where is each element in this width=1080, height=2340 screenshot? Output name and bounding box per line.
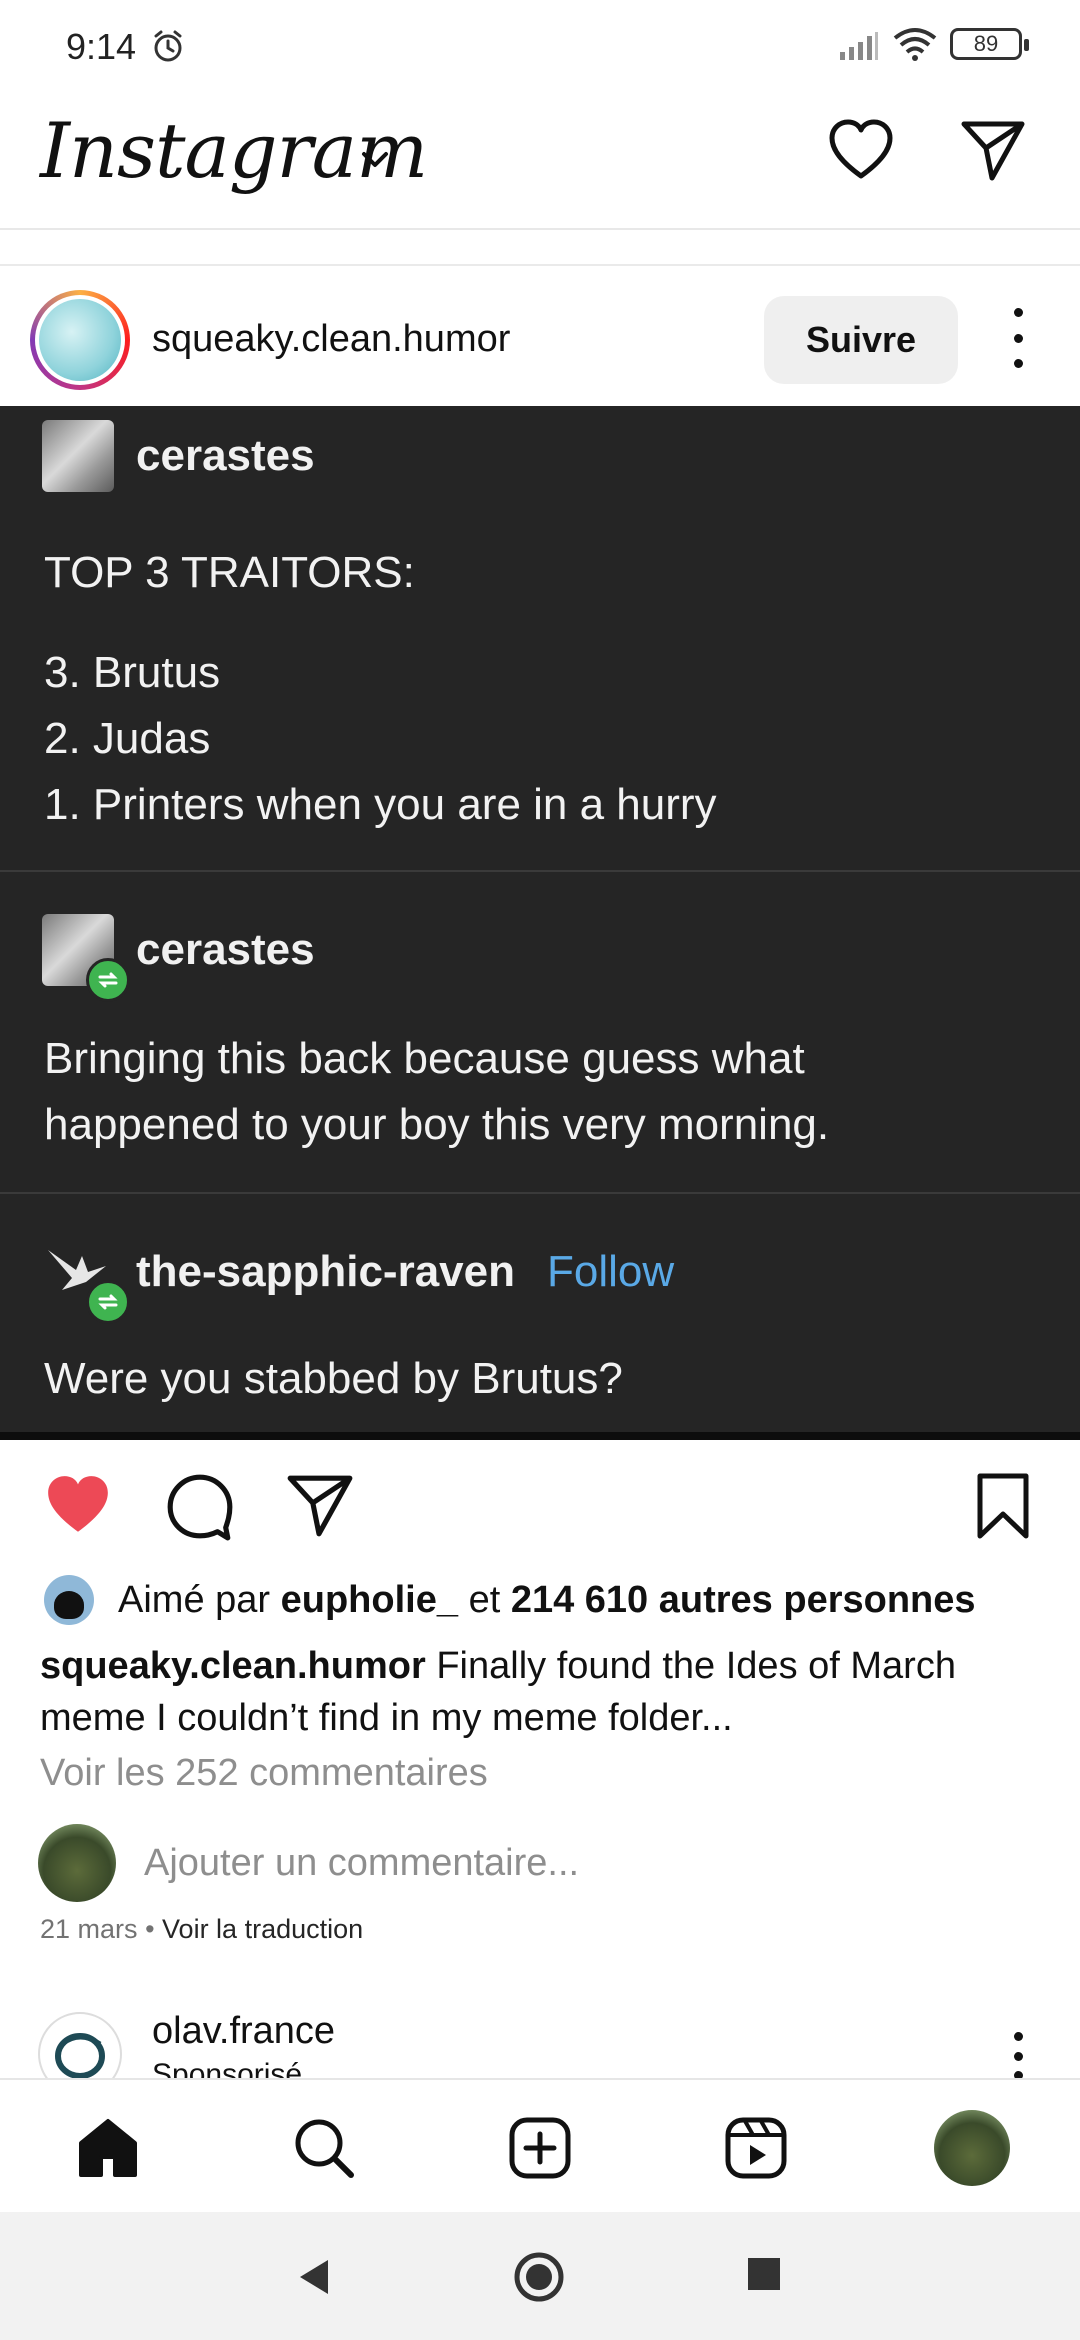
- divider: [0, 1192, 1080, 1194]
- system-nav-bar: [0, 2212, 1080, 2340]
- tumblr-text: happened to your boy this very morning.: [44, 1100, 830, 1149]
- post-username[interactable]: squeaky.clean.humor: [152, 318, 510, 361]
- tumblr-avatar: [42, 420, 114, 492]
- back-icon[interactable]: [294, 2256, 334, 2298]
- post-header: squeaky.clean.humor Suivre: [0, 264, 1080, 406]
- liked-heart-icon[interactable]: [42, 1470, 114, 1542]
- create-icon: [509, 2117, 571, 2179]
- home-tab[interactable]: [70, 2110, 146, 2186]
- meta-separator: •: [145, 1914, 155, 1944]
- tumblr-text: Bringing this back because guess what: [44, 1034, 805, 1083]
- tumblr-username: the-sapphic-raven: [136, 1247, 515, 1296]
- follow-button[interactable]: Suivre: [764, 296, 958, 384]
- avatar-image: [39, 299, 121, 381]
- send-icon[interactable]: [958, 116, 1028, 186]
- reblog-icon: [86, 1280, 130, 1324]
- alarm-icon: [154, 30, 182, 62]
- recents-icon[interactable]: [746, 2256, 782, 2292]
- add-comment-input[interactable]: Ajouter un commentaire...: [144, 1842, 579, 1885]
- reels-icon: [725, 2117, 787, 2179]
- tumblr-text: TOP 3 TRAITORS:: [44, 548, 415, 597]
- create-tab[interactable]: [502, 2110, 578, 2186]
- post-meta: 21 mars • Voir la traduction: [40, 1914, 363, 1945]
- liker-avatar: [44, 1575, 94, 1625]
- next-post-header: olav.france Sponsorisé: [0, 1990, 1080, 2080]
- signal-icon: [840, 32, 878, 60]
- tumblr-avatar: [42, 914, 130, 1002]
- reblog-icon: [86, 958, 130, 1002]
- search-icon: [295, 2119, 354, 2178]
- liked-by[interactable]: Aimé par eupholie_ et 214 610 autres per…: [44, 1572, 976, 1628]
- status-time: 9:14: [66, 26, 137, 67]
- liked-by-prefix: Aimé par: [118, 1578, 271, 1621]
- comment-icon[interactable]: [164, 1470, 236, 1542]
- tumblr-follow-link: Follow: [546, 1247, 675, 1296]
- current-user-avatar: [38, 1824, 116, 1902]
- battery-icon: 89: [950, 28, 1029, 60]
- more-options-icon[interactable]: [1006, 308, 1030, 368]
- bookmark-icon[interactable]: [968, 1470, 1038, 1542]
- battery-level: 89: [973, 31, 999, 56]
- status-bar: 9:14 89: [0, 0, 1080, 90]
- liked-by-connector: et: [468, 1578, 501, 1621]
- app-header: Instagram: [0, 90, 1080, 230]
- tumblr-username: cerastes: [136, 431, 315, 480]
- tumblr-text: 3. Brutus: [44, 648, 221, 697]
- tumblr-avatar: [42, 1236, 130, 1324]
- home-icon: [79, 2119, 137, 2177]
- profile-tab[interactable]: [934, 2110, 1010, 2186]
- tumblr-text: 1. Printers when you are in a hurry: [44, 780, 717, 829]
- tumblr-post-user: cerastes: [42, 420, 315, 492]
- share-icon[interactable]: [284, 1470, 356, 1542]
- home-circle-icon[interactable]: [512, 2250, 566, 2304]
- post-avatar[interactable]: [30, 290, 130, 390]
- post-actions: [0, 1440, 1080, 1570]
- caption-username[interactable]: squeaky.clean.humor: [40, 1645, 426, 1687]
- next-post-username[interactable]: olav.france: [152, 2010, 335, 2053]
- more-options-icon[interactable]: [1006, 2032, 1030, 2080]
- tumblr-text: Were you stabbed by Brutus?: [44, 1354, 623, 1403]
- next-post-avatar[interactable]: [38, 2012, 122, 2080]
- olav-logo-icon: [55, 2033, 105, 2079]
- tumblr-post-user: cerastes: [42, 914, 315, 1002]
- chevron-down-icon[interactable]: [358, 148, 392, 172]
- sponsored-label: Sponsorisé: [152, 2058, 303, 2080]
- profile-avatar: [934, 2110, 1010, 2186]
- post-image[interactable]: cerastes TOP 3 TRAITORS: 3. Brutus 2. Ju…: [0, 406, 1080, 1440]
- tumblr-post-user: the-sapphic-raven Follow: [42, 1236, 675, 1324]
- liked-by-user[interactable]: eupholie_: [281, 1579, 458, 1622]
- wifi-icon: [893, 28, 937, 61]
- tumblr-text: 2. Judas: [44, 714, 211, 763]
- heart-icon[interactable]: [826, 116, 896, 186]
- tumblr-username: cerastes: [136, 925, 315, 974]
- view-comments-link[interactable]: Voir les 252 commentaires: [40, 1752, 488, 1795]
- divider: [0, 870, 1080, 872]
- reels-tab[interactable]: [718, 2110, 794, 2186]
- liked-by-others[interactable]: 214 610 autres personnes: [511, 1579, 976, 1622]
- post-caption[interactable]: squeaky.clean.humor Finally found the Id…: [40, 1640, 1050, 1744]
- post-date: 21 mars: [40, 1914, 138, 1944]
- bottom-tab-bar: [0, 2078, 1080, 2212]
- search-tab[interactable]: [286, 2110, 362, 2186]
- add-comment-row[interactable]: Ajouter un commentaire...: [38, 1824, 579, 1902]
- translate-link[interactable]: Voir la traduction: [162, 1914, 363, 1944]
